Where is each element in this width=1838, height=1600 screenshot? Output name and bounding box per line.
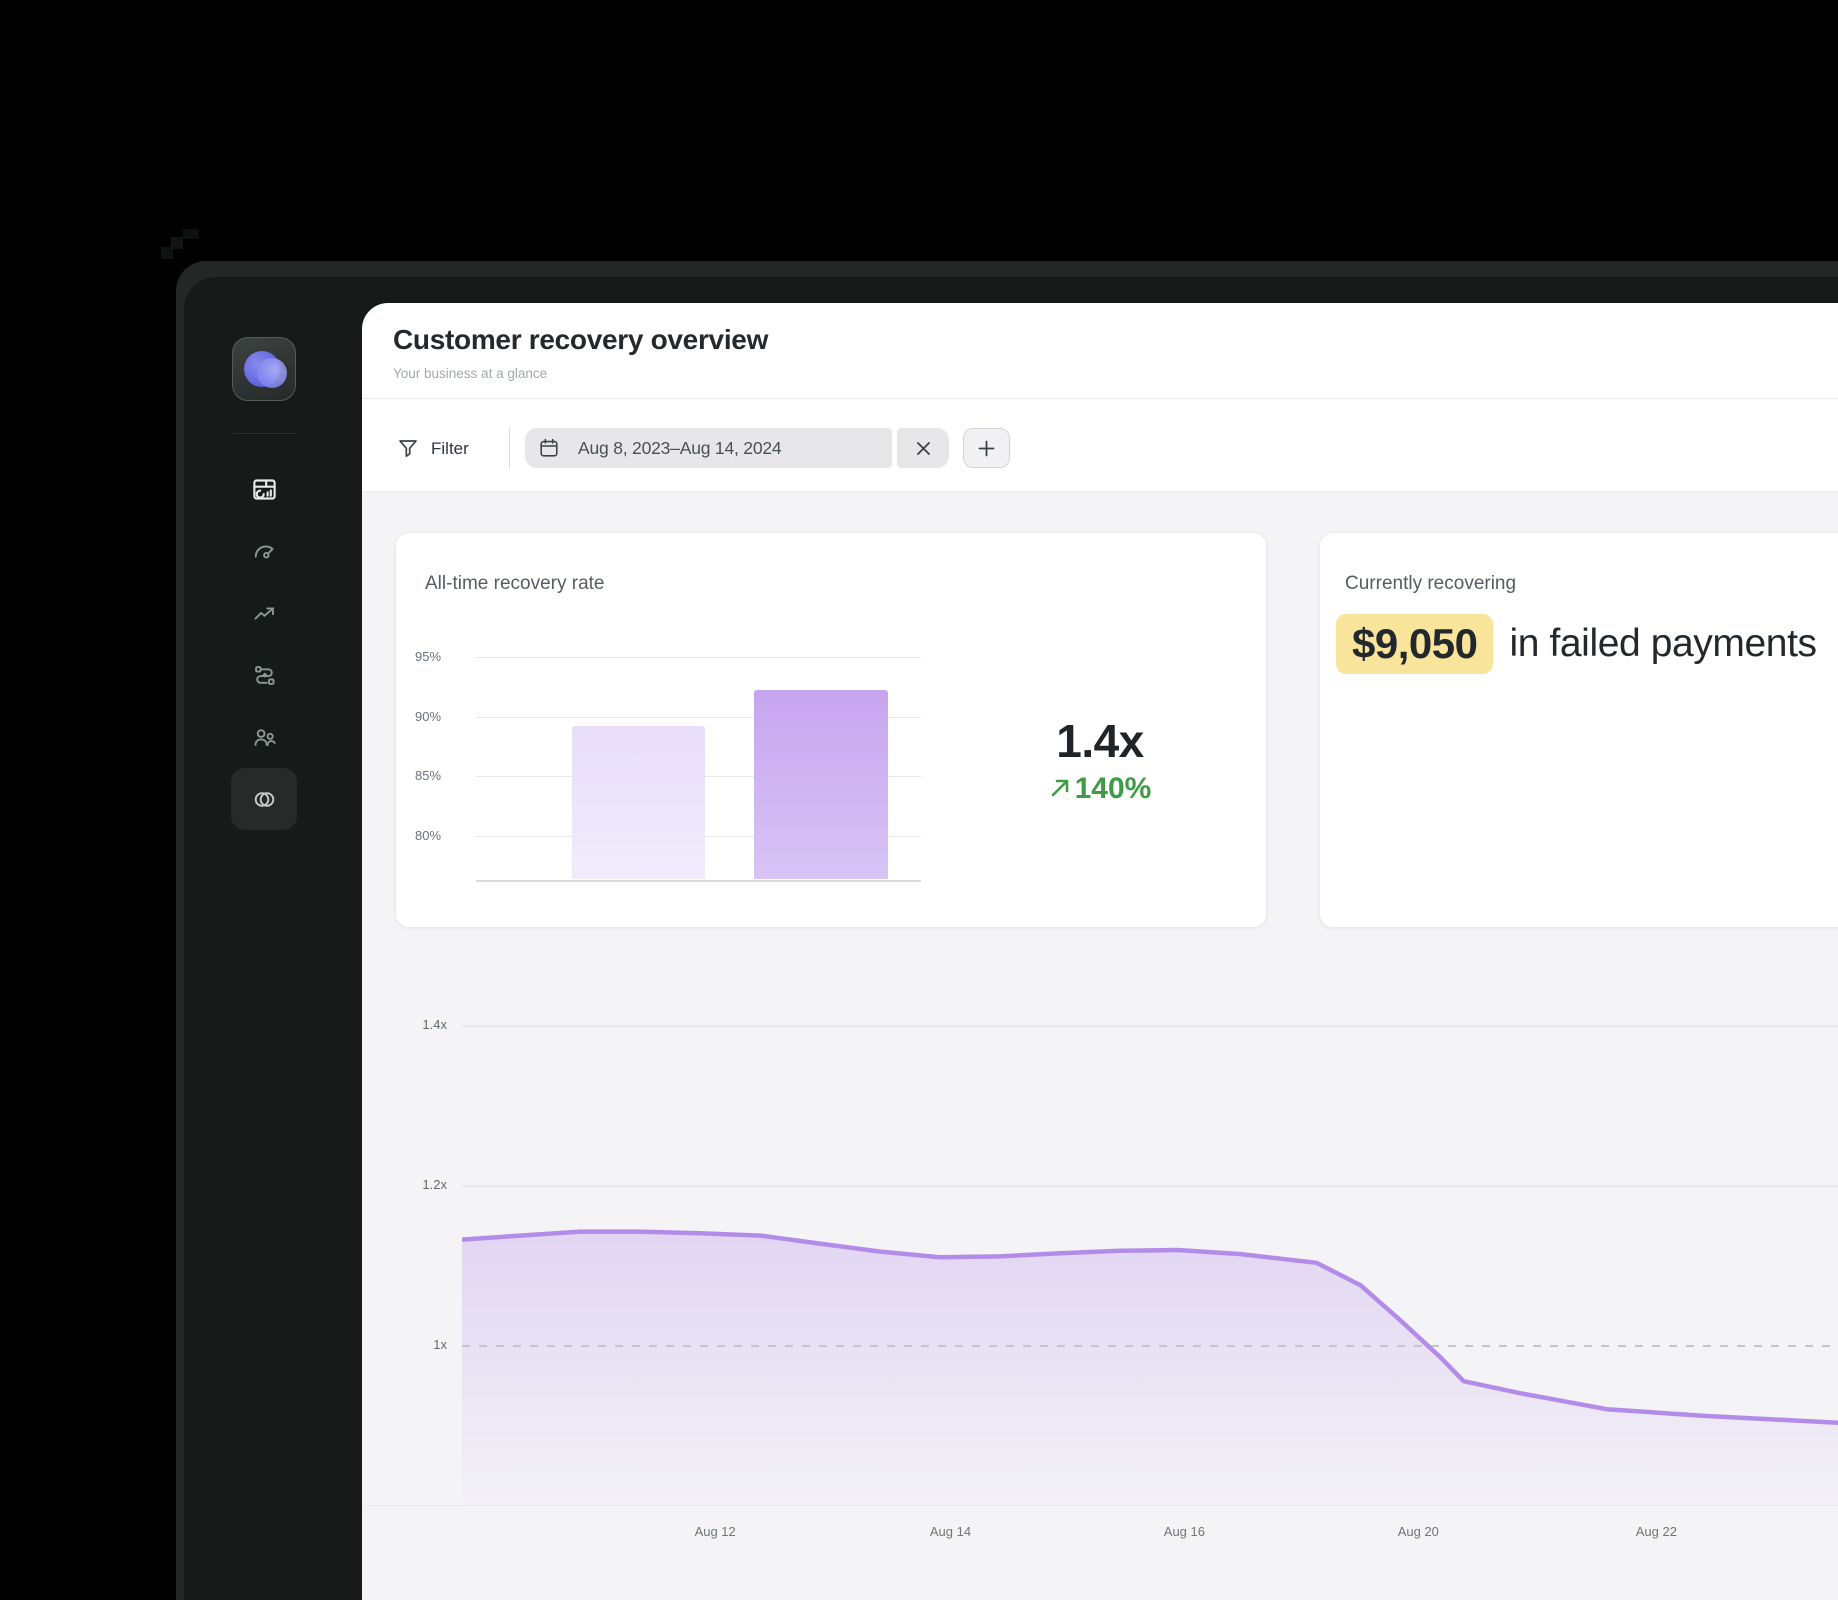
- mini-chart-ytick-label: 90%: [415, 709, 460, 724]
- date-range-chip[interactable]: Aug 8, 2023–Aug 14, 2024: [525, 428, 892, 468]
- plus-icon: [978, 440, 995, 457]
- trend-up-icon: [251, 600, 278, 627]
- trend-ytick-label: 1.2x: [402, 1177, 447, 1192]
- workflow-icon: [251, 662, 278, 689]
- venn-circles-icon: [251, 786, 278, 813]
- sidebar-item-trend-up-icon[interactable]: [231, 582, 297, 644]
- trend-ytick-label: 1.4x: [402, 1017, 447, 1032]
- recovery-delta-value: 140%: [1075, 772, 1152, 805]
- logo-blob: [257, 358, 287, 388]
- sidebar-item-dashboard-icon[interactable]: [231, 458, 297, 520]
- close-icon: [916, 441, 931, 456]
- sidebar-item-venn-circles-icon[interactable]: [231, 768, 297, 830]
- mini-chart-baseline: [476, 880, 921, 882]
- filter-button[interactable]: Filter: [431, 438, 469, 459]
- sidebar-nav: [231, 458, 297, 830]
- recovering-amount-badge: $9,050: [1336, 614, 1493, 674]
- sidebar-item-gauge-icon[interactable]: [231, 520, 297, 582]
- app-screen: Customer recovery overview Your business…: [0, 0, 1838, 1600]
- recovering-amount-suffix: in failed payments: [1509, 622, 1816, 666]
- trend-xtick-label: Aug 22: [1611, 1524, 1701, 1539]
- recovery-rate-mini-chart: 95% 90% 85% 80%: [415, 645, 940, 890]
- recovering-amount-row: $9,050 in failed payments: [1336, 614, 1817, 674]
- sidebar-divider: [233, 433, 297, 434]
- recovery-multiplier-value: 1.4x: [1010, 714, 1190, 768]
- trend-xtick-label: Aug 12: [670, 1524, 760, 1539]
- users-icon: [251, 724, 278, 751]
- recovery-trend-chart: [462, 960, 1838, 1506]
- mini-chart-gridline: [476, 657, 921, 658]
- mini-chart-ytick-label: 95%: [415, 649, 460, 664]
- trend-xtick-label: Aug 14: [905, 1524, 995, 1539]
- corner-step-decoration: [171, 237, 183, 249]
- add-filter-button[interactable]: [963, 428, 1010, 468]
- mini-chart-ytick-label: 80%: [415, 828, 460, 843]
- header-divider: [362, 398, 1838, 399]
- mini-chart-ytick-label: 85%: [415, 768, 460, 783]
- recovery-rate-card-title: All-time recovery rate: [425, 573, 605, 595]
- arrow-up-right-icon: [1049, 777, 1071, 799]
- trend-chart-axis-line: [365, 1505, 1838, 1506]
- filter-divider: [509, 427, 510, 470]
- page-subtitle: Your business at a glance: [393, 366, 547, 381]
- currently-recovering-title: Currently recovering: [1345, 573, 1516, 595]
- date-range-clear-button[interactable]: [897, 428, 949, 468]
- trend-ytick-label: 1x: [402, 1337, 447, 1352]
- page-title: Customer recovery overview: [393, 324, 768, 356]
- trend-xtick-label: Aug 20: [1373, 1524, 1463, 1539]
- sidebar-item-users-icon[interactable]: [231, 706, 297, 768]
- corner-step-decoration: [183, 229, 199, 239]
- sidebar-item-workflow-icon[interactable]: [231, 644, 297, 706]
- mini-chart-bar: [754, 690, 888, 879]
- trend-area-fill: [462, 1232, 1838, 1506]
- recovery-delta: 140%: [1010, 772, 1190, 806]
- filter-funnel-icon[interactable]: [396, 436, 420, 460]
- gauge-icon: [251, 538, 278, 565]
- trend-xtick-label: Aug 16: [1139, 1524, 1229, 1539]
- date-range-value: Aug 8, 2023–Aug 14, 2024: [578, 438, 781, 459]
- calendar-icon: [538, 437, 560, 459]
- brand-logo[interactable]: [232, 337, 296, 401]
- dashboard-icon: [251, 476, 278, 503]
- mini-chart-bar: [572, 726, 705, 879]
